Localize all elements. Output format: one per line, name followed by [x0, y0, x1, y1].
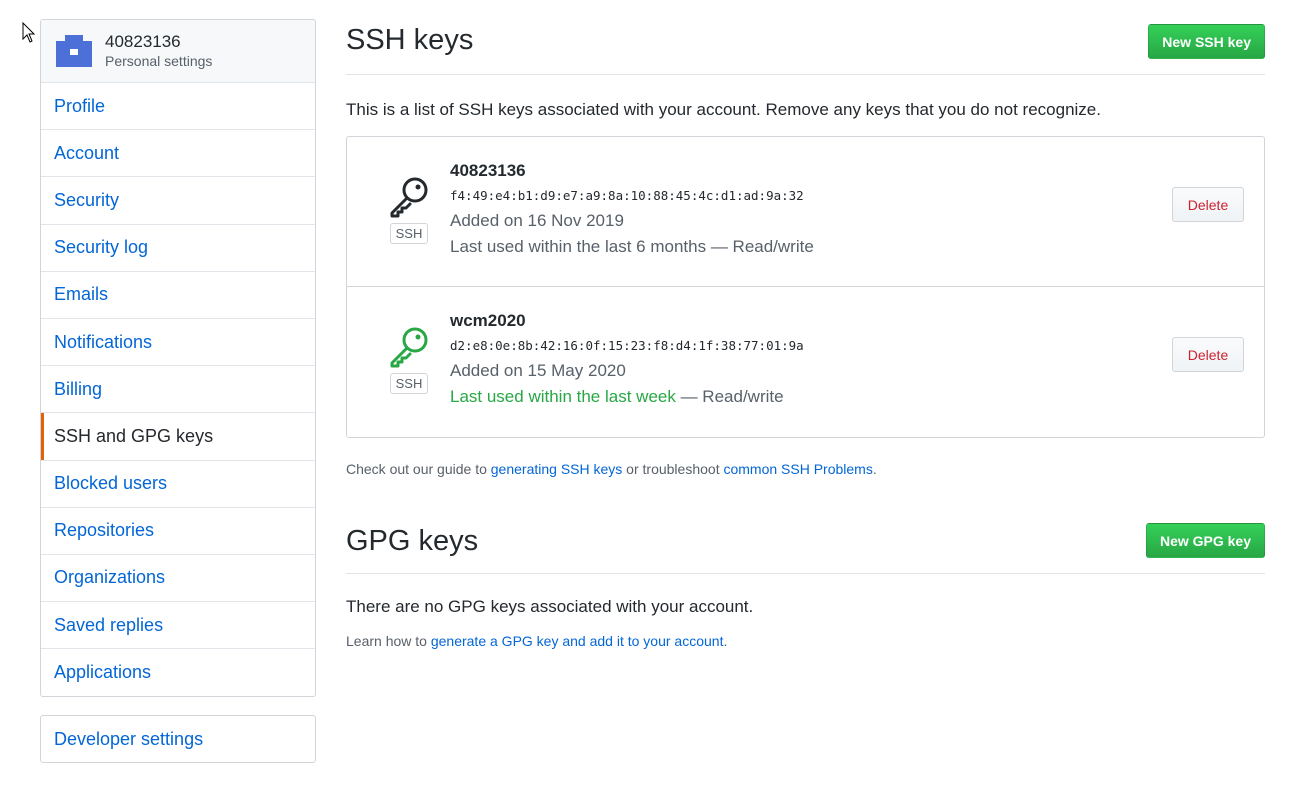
new-ssh-key-button[interactable]: New SSH key [1148, 24, 1265, 59]
settings-sidebar: 40823136 Personal settings Profile Accoun… [40, 19, 316, 698]
sidebar-item-emails[interactable]: Emails [41, 272, 315, 319]
guide-prefix: Check out our guide to [346, 461, 491, 477]
sidebar-item-developer-settings[interactable]: Developer settings [40, 715, 316, 763]
ssh-key-row: SSH wcm2020 d2:e8:0e:8b:42:16:0f:15:23:f… [347, 287, 1264, 437]
mouse-cursor-icon [22, 22, 36, 43]
sidebar-nav-list: Profile Account Security Security log Emails… [41, 83, 315, 696]
key-last-used: Last used within the last 6 months — Rea… [450, 236, 814, 258]
ssh-key-row: SSH 40823136 f4:49:e4:b1:d9:e7:a9:8a:10:… [347, 137, 1264, 287]
ssh-keys-title: SSH keys [346, 24, 474, 56]
sidebar-item-account[interactable]: Account [41, 130, 315, 178]
main-content: SSH keys New SSH key This is a list of S… [346, 0, 1265, 649]
common-ssh-problems-link[interactable]: common SSH Problems [723, 461, 872, 477]
gpg-section-header: GPG keys New GPG key [346, 523, 1265, 574]
key-icon [390, 177, 428, 218]
key-last-used: Last used within the last week — Read/wr… [450, 386, 804, 408]
sidebar-item-blocked-users[interactable]: Blocked users [41, 461, 315, 508]
gpg-empty-message: There are no GPG keys associated with yo… [346, 597, 754, 616]
key-fingerprint: d2:e8:0e:8b:42:16:0f:15:23:f8:d4:1f:38:7… [450, 338, 804, 353]
sidebar-subtitle: Personal settings [105, 53, 213, 69]
ssh-badge: SSH [389, 373, 429, 394]
key-added-date: Added on 16 Nov 2019 [450, 211, 624, 230]
sidebar-item-security-log[interactable]: Security log [41, 225, 315, 272]
avatar[interactable] [56, 35, 92, 67]
generating-ssh-keys-link[interactable]: generating SSH keys [491, 461, 623, 477]
sidebar-item-notifications[interactable]: Notifications [41, 319, 315, 367]
key-access: — Read/write [675, 387, 784, 406]
delete-key-button[interactable]: Delete [1172, 187, 1244, 222]
key-fingerprint: f4:49:e4:b1:d9:e7:a9:8a:10:88:45:4c:d1:a… [450, 188, 804, 203]
sidebar-header: 40823136 Personal settings [41, 20, 315, 83]
generate-gpg-key-link[interactable]: generate a GPG key and add it to your ac… [431, 633, 724, 649]
ssh-badge: SSH [389, 223, 429, 244]
key-last-used-text: Last used within the last 6 months [450, 237, 707, 256]
sidebar-item-applications[interactable]: Applications [41, 649, 315, 696]
gpg-learn-text: Learn how to generate a GPG key and add … [346, 633, 1265, 649]
gpg-keys-title: GPG keys [346, 525, 479, 557]
ssh-description: This is a list of SSH keys associated wi… [346, 100, 1101, 119]
key-title: 40823136 [450, 161, 526, 180]
sidebar-item-security[interactable]: Security [41, 177, 315, 225]
ssh-key-list: SSH 40823136 f4:49:e4:b1:d9:e7:a9:8a:10:… [346, 136, 1265, 438]
new-gpg-key-button[interactable]: New GPG key [1145, 523, 1265, 558]
sidebar-item-organizations[interactable]: Organizations [41, 555, 315, 603]
learn-prefix: Learn how to [346, 633, 431, 649]
sidebar-item-repositories[interactable]: Repositories [41, 508, 315, 555]
gpg-section: GPG keys New GPG key There are no GPG ke… [346, 523, 1265, 649]
key-access: — Read/write [706, 237, 814, 256]
ssh-guide-text: Check out our guide to generating SSH ke… [346, 461, 1265, 477]
key-last-used-text: Last used within the last week [450, 387, 676, 406]
guide-suffix: . [872, 461, 877, 477]
sidebar-item-billing[interactable]: Billing [41, 366, 315, 414]
sidebar-username[interactable]: 40823136 [105, 32, 212, 52]
key-added-date: Added on 15 May 2020 [450, 361, 626, 380]
sidebar-item-profile[interactable]: Profile [41, 83, 315, 131]
ssh-section-header: SSH keys New SSH key [346, 0, 1265, 75]
sidebar-item-ssh-and-gpg-keys[interactable]: SSH and GPG keys [41, 413, 315, 461]
key-title: wcm2020 [450, 311, 526, 330]
delete-key-button[interactable]: Delete [1172, 337, 1244, 372]
sidebar-item-saved-replies[interactable]: Saved replies [41, 602, 315, 650]
learn-suffix: . [723, 633, 728, 649]
key-icon [390, 327, 428, 368]
guide-middle: or troubleshoot [622, 461, 724, 477]
